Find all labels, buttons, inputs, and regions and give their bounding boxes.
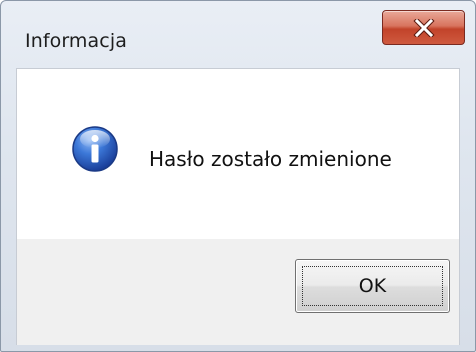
dialog-window: Informacja Hasło zostało zmienione OK [0, 0, 476, 352]
close-icon [412, 18, 435, 37]
message-text: Hasło zostało zmienione [149, 147, 392, 171]
dialog-body: Hasło zostało zmienione OK [16, 68, 460, 345]
ok-button-label: OK [358, 275, 387, 297]
close-button[interactable] [382, 10, 465, 45]
info-icon [72, 126, 118, 172]
message-area: Hasło zostało zmienione [17, 69, 459, 239]
window-title: Informacja [25, 30, 127, 52]
ok-button[interactable]: OK [295, 259, 450, 313]
title-bar[interactable]: Informacja [1, 1, 475, 59]
